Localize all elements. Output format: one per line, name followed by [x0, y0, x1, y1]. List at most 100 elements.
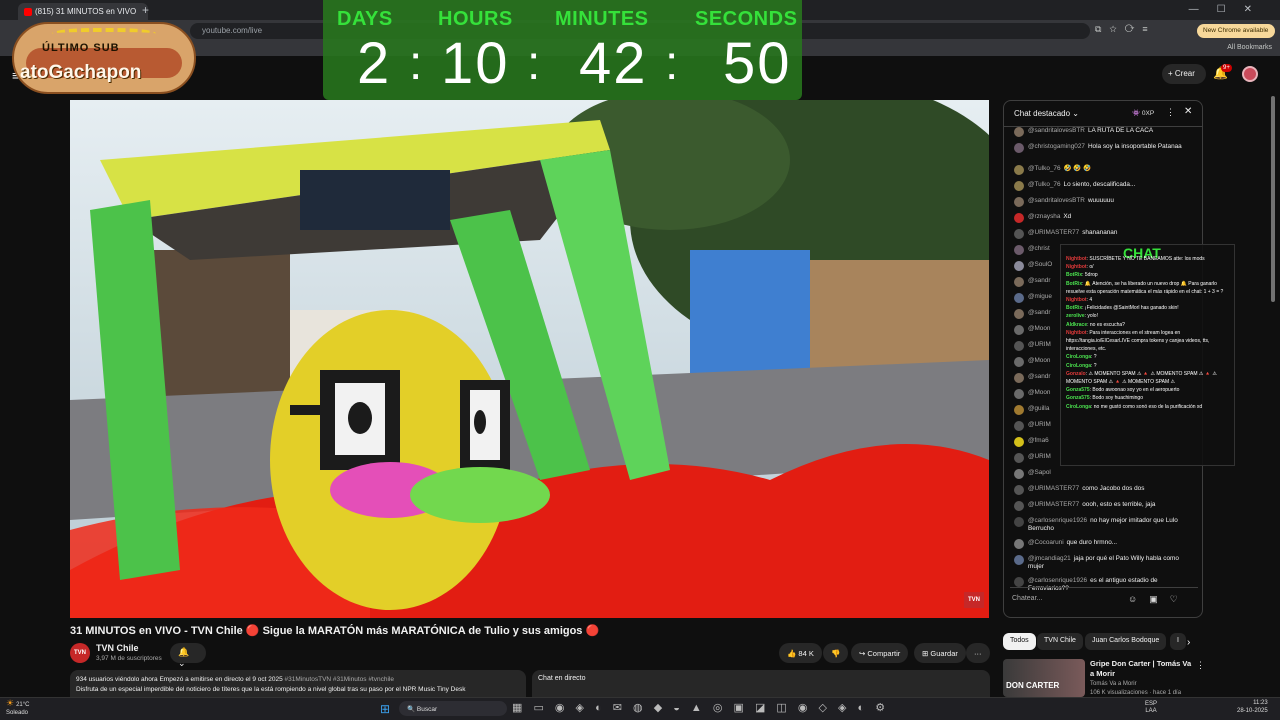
chat-username[interactable]: @sandritalovesBTR — [1028, 127, 1085, 134]
weather-widget[interactable]: ☀ 21°C Soleado — [6, 699, 29, 717]
channel-name[interactable]: TVN Chile — [96, 643, 139, 653]
chat-user-avatar[interactable] — [1014, 341, 1024, 351]
chat-message[interactable]: @sandritalovesBTR LA RUTA DE LA CACA — [1010, 125, 1196, 141]
chat-user-avatar[interactable] — [1014, 197, 1024, 207]
more-actions-button[interactable]: ··· — [966, 643, 990, 663]
chip-juan-carlos-bodoque[interactable]: Juan Carlos Bodoque — [1085, 633, 1167, 650]
chat-username[interactable]: @christ — [1028, 245, 1050, 252]
avatar[interactable] — [1242, 66, 1258, 82]
chat-username[interactable]: @sandritalovesBTR — [1028, 197, 1085, 204]
chat-username[interactable]: @Tulko_76 — [1028, 181, 1061, 188]
recommendation-channel[interactable]: Tomás Va a Morir — [1090, 681, 1137, 687]
chat-username[interactable]: @URIMASTER77 — [1028, 229, 1079, 236]
chat-user-avatar[interactable] — [1014, 453, 1024, 463]
dislike-button[interactable]: 👎 — [823, 643, 849, 663]
chevron-right-icon[interactable]: › — [1187, 637, 1190, 648]
chat-message[interactable]: @Sapol — [1010, 467, 1196, 483]
chat-user-avatar[interactable] — [1014, 143, 1024, 153]
chat-username[interactable]: @Sapol — [1028, 469, 1051, 476]
chat-username[interactable]: @URIMASTER77 — [1028, 485, 1079, 492]
chat-username[interactable]: @migue — [1028, 293, 1052, 300]
chat-user-avatar[interactable] — [1014, 405, 1024, 415]
toolbar-icons[interactable]: ⧉☆⟳≡ — [1095, 24, 1156, 35]
save-button[interactable]: ⊞ Guardar — [914, 643, 966, 663]
chat-username[interactable]: @Moon — [1028, 325, 1050, 332]
chip-tvn-chile[interactable]: TVN Chile — [1037, 633, 1083, 650]
all-bookmarks-button[interactable]: All Bookmarks — [1227, 44, 1272, 51]
chip-more[interactable]: I — [1170, 633, 1186, 650]
chat-message[interactable]: @URIMASTER77 como Jacobo dos dos — [1010, 483, 1196, 499]
chat-message[interactable]: @URIMASTER77 oooh, esto es terrible, jaja — [1010, 499, 1196, 515]
chat-user-avatar[interactable] — [1014, 325, 1024, 335]
chip-todos[interactable]: Todos — [1003, 633, 1036, 650]
chat-user-avatar[interactable] — [1014, 261, 1024, 271]
chat-user-avatar[interactable] — [1014, 555, 1024, 565]
chat-username[interactable]: @URIM — [1028, 421, 1051, 428]
chat-user-avatar[interactable] — [1014, 469, 1024, 479]
chat-close-icon[interactable]: ✕ — [1184, 106, 1192, 117]
start-icon[interactable]: ⊞ — [380, 702, 390, 716]
chat-username[interactable]: @sandr — [1028, 373, 1050, 380]
chat-username[interactable]: @URIMASTER77 — [1028, 501, 1079, 508]
chat-message[interactable]: @rznaysha Xd — [1010, 211, 1196, 227]
channel-avatar[interactable]: TVN — [70, 643, 90, 663]
chat-user-avatar[interactable] — [1014, 213, 1024, 223]
window-controls[interactable]: —☐✕ — [1189, 4, 1270, 15]
chat-username[interactable]: @URIM — [1028, 341, 1051, 348]
chat-user-avatar[interactable] — [1014, 421, 1024, 431]
chat-user-avatar[interactable] — [1014, 277, 1024, 287]
chat-user-avatar[interactable] — [1014, 373, 1024, 383]
chat-input-icons[interactable]: ☺▣♡ — [1128, 594, 1190, 605]
chat-points-badge[interactable]: 👾 0XP — [1132, 109, 1154, 117]
chat-username[interactable]: @jmcandiag21 — [1028, 555, 1071, 562]
chat-username[interactable]: @SoulO — [1028, 261, 1052, 268]
chat-username[interactable]: @Cocoaruni — [1028, 539, 1064, 546]
chat-user-avatar[interactable] — [1014, 245, 1024, 255]
page-scrollbar[interactable] — [1271, 96, 1275, 302]
chat-user-avatar[interactable] — [1014, 539, 1024, 549]
chat-username[interactable]: @rznaysha — [1028, 213, 1060, 220]
chat-user-avatar[interactable] — [1014, 309, 1024, 319]
chat-user-avatar[interactable] — [1014, 517, 1024, 527]
share-button[interactable]: ↪ Compartir — [851, 643, 909, 663]
chat-username[interactable]: @sandr — [1028, 309, 1050, 316]
chat-user-avatar[interactable] — [1014, 389, 1024, 399]
chat-more-icon[interactable]: ⋮ — [1166, 107, 1175, 118]
chat-username[interactable]: @fma6 — [1028, 437, 1049, 444]
recommendation-more-icon[interactable]: ⋮ — [1196, 660, 1205, 671]
chrome-update-button[interactable]: New Chrome available — [1197, 24, 1275, 38]
clock[interactable]: 11:23 28-10-2025 — [1237, 699, 1268, 715]
chat-user-avatar[interactable] — [1014, 165, 1024, 175]
like-button[interactable]: 👍 84 K — [779, 643, 822, 663]
chat-message[interactable]: @carlosenrique1926 no hay mejor imitador … — [1010, 515, 1196, 537]
recommendation-thumbnail[interactable]: DON CARTER — [1003, 659, 1085, 697]
chat-user-avatar[interactable] — [1014, 293, 1024, 303]
chat-username[interactable]: @sandr — [1028, 277, 1050, 284]
recommendation-title[interactable]: Gripe Don Carter | Tomás Va a Morir — [1090, 659, 1194, 679]
chat-message[interactable]: @jmcandiag21 jaja por qué el Pato Willy h… — [1010, 553, 1196, 575]
chat-user-avatar[interactable] — [1014, 357, 1024, 367]
chat-user-avatar[interactable] — [1014, 577, 1024, 587]
chat-message[interactable]: @christogaming027 Hola soy la insoportabl… — [1010, 141, 1196, 163]
chat-message[interactable]: @URIMASTER77 shanananan — [1010, 227, 1196, 243]
chat-username[interactable]: @carlosenrique1926 — [1028, 577, 1087, 584]
chat-mode-dropdown[interactable]: Chat destacado ⌄ — [1014, 109, 1079, 118]
chat-user-avatar[interactable] — [1014, 229, 1024, 239]
language-indicator[interactable]: ESP LAA — [1145, 701, 1157, 715]
chat-user-avatar[interactable] — [1014, 485, 1024, 495]
chat-username[interactable]: @guilla — [1028, 405, 1049, 412]
chat-message[interactable]: @Tulko_76 Lo siento, descalificada... — [1010, 179, 1196, 195]
video-player[interactable]: TVN — [70, 100, 989, 618]
chat-input[interactable]: Chatear... — [1012, 595, 1132, 602]
chat-username[interactable]: @carlosenrique1926 — [1028, 517, 1087, 524]
chat-message[interactable]: @sandritalovesBTR wuuuuuu — [1010, 195, 1196, 211]
chat-username[interactable]: @Tulko_76 — [1028, 165, 1061, 172]
create-button[interactable]: + Crear — [1162, 64, 1206, 84]
chat-user-avatar[interactable] — [1014, 501, 1024, 511]
chat-username[interactable]: @Moon — [1028, 357, 1050, 364]
chat-user-avatar[interactable] — [1014, 181, 1024, 191]
chat-username[interactable]: @URIM — [1028, 453, 1051, 460]
chat-user-avatar[interactable] — [1014, 437, 1024, 447]
chat-username[interactable]: @christogaming027 — [1028, 143, 1085, 150]
subscription-bell-button[interactable]: 🔔 ⌄ — [170, 643, 206, 668]
